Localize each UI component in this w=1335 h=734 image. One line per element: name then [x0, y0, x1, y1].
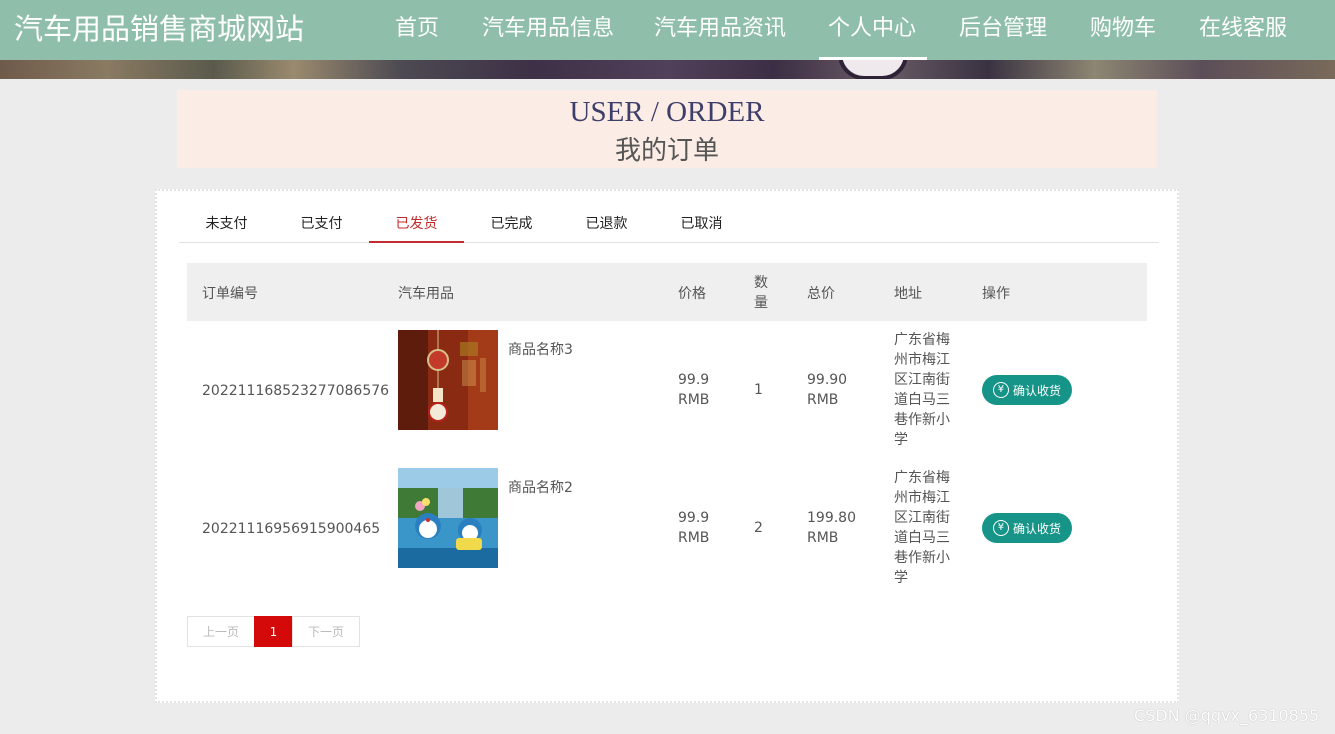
- site-title[interactable]: 汽车用品销售商城网站: [14, 6, 304, 48]
- tab-unpaid[interactable]: 未支付: [179, 213, 274, 233]
- header-address: 地址: [894, 286, 922, 302]
- tab-paid[interactable]: 已支付: [274, 213, 369, 233]
- order-status-tabs: 未支付 已支付 已发货 已完成 已退款 已取消: [179, 191, 1159, 243]
- next-page-button[interactable]: 下一页: [292, 616, 360, 647]
- confirm-receipt-label: 确认收货: [1012, 521, 1061, 536]
- shipping-address: 广东省梅州市梅江区江南街道白马三巷作新小学: [894, 470, 950, 586]
- watermark: CSDN @qqvx_6310855: [1134, 706, 1320, 725]
- tab-active-indicator: [369, 241, 464, 243]
- table-row: 20221116956915900465 商品名称2 99.9 RMB 2 19…: [187, 459, 1147, 597]
- product-price: 99.9 RMB: [678, 372, 710, 408]
- yen-icon: ¥: [992, 382, 1009, 398]
- nav-item-product-news[interactable]: 汽车用品资讯: [654, 10, 786, 42]
- banner-image: [0, 60, 1335, 79]
- page-title-en: USER / ORDER: [569, 96, 765, 128]
- tab-shipped[interactable]: 已发货: [369, 213, 464, 233]
- tab-completed[interactable]: 已完成: [464, 213, 559, 233]
- header-product: 汽车用品: [398, 286, 454, 302]
- order-number: 202211168523277086576: [202, 383, 390, 399]
- order-total: 99.90 RMB: [807, 372, 848, 408]
- page-title-box: USER / ORDER 我的订单: [177, 90, 1157, 168]
- order-number: 20221116956915900465: [202, 521, 381, 537]
- header-qty: 数量: [754, 275, 768, 311]
- table-header: 订单编号 汽车用品 价格 数量 总价 地址 操作: [187, 263, 1147, 321]
- product-name[interactable]: 商品名称3: [508, 340, 573, 360]
- table-row: 202211168523277086576 商品名称3 99.9 RMB 1 9…: [187, 321, 1147, 459]
- tab-cancelled[interactable]: 已取消: [654, 213, 749, 233]
- page-1-button[interactable]: 1: [254, 616, 293, 647]
- header-action: 操作: [982, 286, 1010, 302]
- product-qty: 2: [754, 520, 763, 536]
- order-total: 199.80 RMB: [807, 510, 856, 546]
- product-price: 99.9 RMB: [678, 510, 710, 546]
- nav-item-customer-service[interactable]: 在线客服: [1199, 10, 1287, 42]
- nav-item-product-info[interactable]: 汽车用品信息: [482, 10, 614, 42]
- confirm-receipt-label: 确认收货: [1012, 383, 1061, 398]
- order-panel: 未支付 已支付 已发货 已完成 已退款 已取消 订单编号 汽车用品 价格 数量 …: [155, 189, 1179, 703]
- nav-item-home[interactable]: 首页: [395, 10, 439, 42]
- page-title-cn: 我的订单: [614, 136, 719, 166]
- confirm-receipt-button[interactable]: ¥ 确认收货: [982, 513, 1072, 543]
- yen-icon: ¥: [992, 520, 1009, 536]
- nav-item-user-center[interactable]: 个人中心: [828, 10, 916, 42]
- product-doraemon-image[interactable]: [398, 468, 498, 568]
- tab-refunded[interactable]: 已退款: [559, 213, 654, 233]
- shipping-address: 广东省梅州市梅江区江南街道白马三巷作新小学: [894, 332, 950, 448]
- top-navbar: 汽车用品销售商城网站 首页 汽车用品信息 汽车用品资讯 个人中心 后台管理 购物…: [0, 0, 1335, 60]
- header-total: 总价: [807, 286, 835, 302]
- prev-page-button[interactable]: 上一页: [187, 616, 255, 647]
- nav-item-cart[interactable]: 购物车: [1090, 10, 1156, 42]
- product-ornament-image[interactable]: [398, 330, 498, 430]
- product-qty: 1: [754, 382, 763, 398]
- banner-decoration: [838, 60, 908, 79]
- header-order-no: 订单编号: [202, 286, 258, 302]
- product-name[interactable]: 商品名称2: [508, 478, 573, 498]
- header-price: 价格: [678, 286, 706, 302]
- nav-item-admin[interactable]: 后台管理: [959, 10, 1047, 42]
- confirm-receipt-button[interactable]: ¥ 确认收货: [982, 375, 1072, 405]
